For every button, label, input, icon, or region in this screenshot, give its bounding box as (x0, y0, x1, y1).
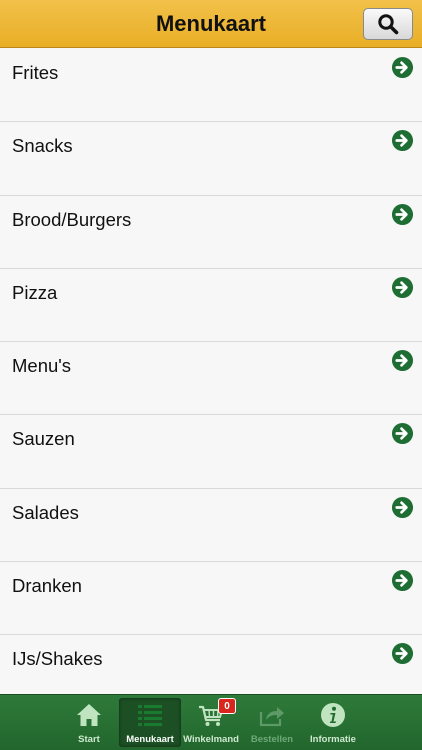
search-button[interactable] (363, 8, 413, 40)
list-item-frites[interactable]: Frites (0, 49, 422, 123)
page-title: Menukaart (155, 11, 267, 36)
home-icon (77, 704, 101, 726)
arrow-right-icon (391, 496, 414, 518)
arrow-right-icon (391, 570, 414, 592)
list-item-label: Brood/Burgers (12, 208, 132, 230)
list-item-label: IJs/Shakes (12, 648, 103, 670)
tab-bestellen[interactable]: Bestellen (241, 698, 303, 747)
tab-start[interactable]: Start (58, 698, 120, 747)
arrow-right-icon (391, 350, 414, 372)
tab-menukaart[interactable]: Menukaart (119, 698, 181, 747)
tab-winkelmand[interactable]: 0 Winkelmand (180, 698, 242, 747)
list-item-ijs-shakes[interactable]: IJs/Shakes (0, 635, 422, 694)
share-icon (259, 707, 284, 727)
arrow-right-icon (391, 276, 414, 298)
tab-label: Informatie (310, 734, 356, 745)
arrow-right-icon (391, 130, 414, 152)
tab-informatie[interactable]: Informatie (302, 698, 364, 747)
tab-bar: Start Menukaart 0 Winkelmand Bestellen I… (0, 694, 422, 750)
arrow-right-icon (391, 423, 414, 445)
list-item-dranken[interactable]: Dranken (0, 562, 422, 636)
list-item-pizza[interactable]: Pizza (0, 268, 422, 343)
list-item-label: Frites (12, 62, 59, 83)
list-item-sauzen[interactable]: Sauzen (0, 415, 422, 489)
list-item-label: Menu's (12, 355, 72, 377)
list-item-label: Pizza (12, 281, 58, 303)
list-item-snacks[interactable]: Snacks (0, 122, 422, 196)
arrow-right-icon (391, 643, 414, 665)
list-icon (138, 705, 162, 726)
list-item-label: Dranken (12, 575, 82, 597)
list-item-menus[interactable]: Menu's (0, 342, 422, 416)
arrow-right-icon (391, 203, 414, 225)
cart-count-badge: 0 (218, 698, 236, 714)
list-item-salades[interactable]: Salades (0, 488, 422, 563)
info-icon (321, 703, 345, 727)
arrow-right-icon (391, 56, 414, 79)
list-item-brood-burgers[interactable]: Brood/Burgers (0, 195, 422, 269)
list-item-label: Snacks (12, 135, 73, 157)
list-item-label: Sauzen (12, 428, 75, 450)
search-icon (378, 14, 399, 35)
menu-category-list: Frites Snacks Brood/Burgers Pizza Menu's… (0, 49, 422, 694)
list-item-label: Salades (12, 501, 79, 523)
top-bar: Menukaart (0, 0, 422, 48)
